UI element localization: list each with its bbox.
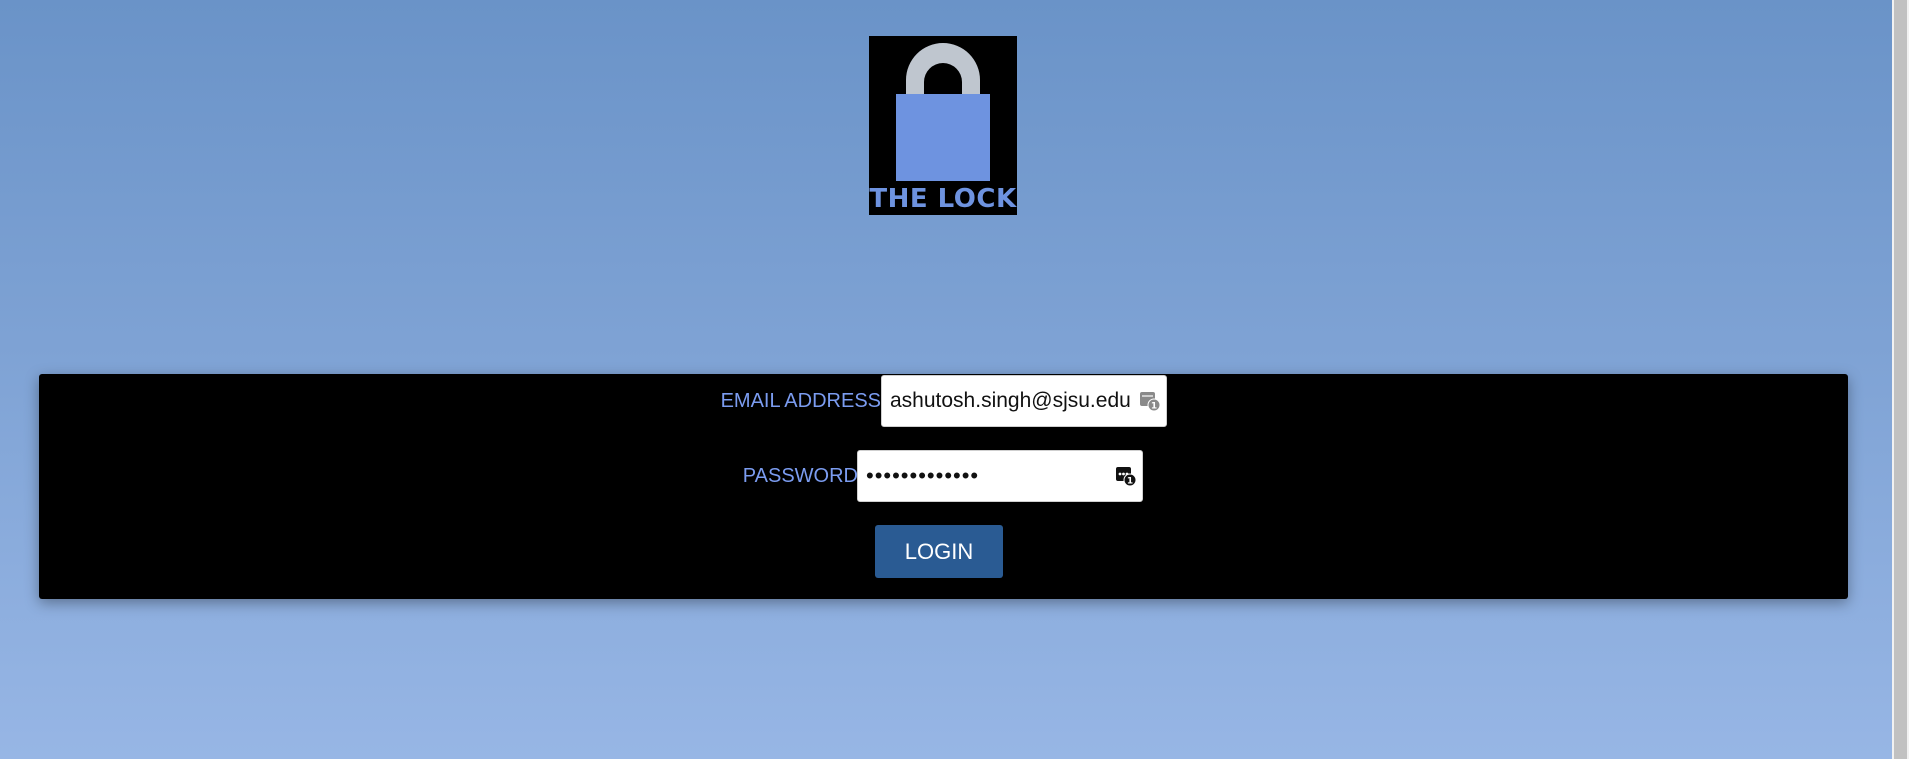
email-field[interactable] <box>881 375 1167 427</box>
svg-text:1: 1 <box>1151 402 1157 412</box>
the-lock-logo: THE LOCK <box>869 36 1017 215</box>
logo-title: THE LOCK <box>869 184 1017 214</box>
password-label: PASSWORD <box>742 465 858 487</box>
scrollbar-thumb[interactable] <box>1894 0 1907 759</box>
login-button[interactable]: LOGIN <box>875 525 1003 578</box>
vertical-scrollbar[interactable] <box>1892 0 1909 759</box>
svg-text:1: 1 <box>1127 477 1133 487</box>
password-manager-icon[interactable]: 1 <box>1115 465 1137 487</box>
padlock-icon <box>896 43 990 181</box>
password-field[interactable] <box>857 450 1143 502</box>
login-panel: EMAIL ADDRESS 1 PASSWORD 1 LOGIN <box>39 374 1848 599</box>
email-label: EMAIL ADDRESS <box>720 390 881 412</box>
password-manager-icon[interactable]: 1 <box>1139 390 1161 412</box>
